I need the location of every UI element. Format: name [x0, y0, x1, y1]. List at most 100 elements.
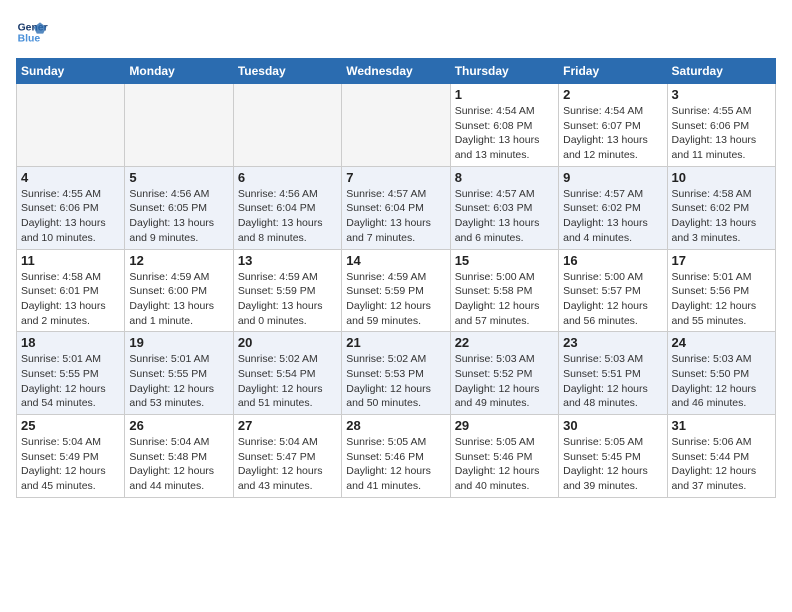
day-info: Sunrise: 4:59 AM Sunset: 6:00 PM Dayligh… [129, 270, 228, 329]
day-number: 21 [346, 335, 445, 350]
day-number: 9 [563, 170, 662, 185]
calendar-cell: 20 Sunrise: 5:02 AM Sunset: 5:54 PM Dayli… [233, 332, 341, 415]
page-header: General Blue [16, 16, 776, 48]
day-info: Sunrise: 5:00 AM Sunset: 5:57 PM Dayligh… [563, 270, 662, 329]
calendar-week-3: 11 Sunrise: 4:58 AM Sunset: 6:01 PM Dayli… [17, 249, 776, 332]
calendar-cell: 11 Sunrise: 4:58 AM Sunset: 6:01 PM Dayli… [17, 249, 125, 332]
day-number: 26 [129, 418, 228, 433]
calendar-cell: 13Sunrise: 4:59 AM Sunset: 5:59 PM Dayli… [233, 249, 341, 332]
calendar-cell [17, 84, 125, 167]
day-number: 1 [455, 87, 554, 102]
day-number: 6 [238, 170, 337, 185]
day-header-thursday: Thursday [450, 59, 558, 84]
day-number: 27 [238, 418, 337, 433]
day-number: 18 [21, 335, 120, 350]
day-number: 11 [21, 253, 120, 268]
day-number: 20 [238, 335, 337, 350]
day-number: 5 [129, 170, 228, 185]
day-number: 15 [455, 253, 554, 268]
day-info: Sunrise: 5:01 AM Sunset: 5:55 PM Dayligh… [129, 352, 228, 411]
day-number: 31 [672, 418, 771, 433]
day-info: Sunrise: 5:04 AM Sunset: 5:47 PM Dayligh… [238, 435, 337, 494]
day-number: 7 [346, 170, 445, 185]
day-number: 4 [21, 170, 120, 185]
calendar-cell: 21Sunrise: 5:02 AM Sunset: 5:53 PM Dayli… [342, 332, 450, 415]
day-number: 23 [563, 335, 662, 350]
calendar-cell: 16 Sunrise: 5:00 AM Sunset: 5:57 PM Dayli… [559, 249, 667, 332]
day-number: 25 [21, 418, 120, 433]
day-info: Sunrise: 5:05 AM Sunset: 5:46 PM Dayligh… [346, 435, 445, 494]
day-info: Sunrise: 5:04 AM Sunset: 5:49 PM Dayligh… [21, 435, 120, 494]
day-info: Sunrise: 5:02 AM Sunset: 5:54 PM Dayligh… [238, 352, 337, 411]
day-info: Sunrise: 4:55 AM Sunset: 6:06 PM Dayligh… [672, 104, 771, 163]
day-info: Sunrise: 5:01 AM Sunset: 5:56 PM Dayligh… [672, 270, 771, 329]
day-info: Sunrise: 4:56 AM Sunset: 6:05 PM Dayligh… [129, 187, 228, 246]
day-number: 16 [563, 253, 662, 268]
calendar-cell: 2 Sunrise: 4:54 AM Sunset: 6:07 PM Daylig… [559, 84, 667, 167]
day-header-friday: Friday [559, 59, 667, 84]
day-number: 2 [563, 87, 662, 102]
calendar-cell: 17 Sunrise: 5:01 AM Sunset: 5:56 PM Dayli… [667, 249, 775, 332]
calendar-cell [342, 84, 450, 167]
day-info: Sunrise: 4:57 AM Sunset: 6:04 PM Dayligh… [346, 187, 445, 246]
day-info: Sunrise: 5:04 AM Sunset: 5:48 PM Dayligh… [129, 435, 228, 494]
day-info: Sunrise: 5:05 AM Sunset: 5:46 PM Dayligh… [455, 435, 554, 494]
day-info: Sunrise: 4:58 AM Sunset: 6:01 PM Dayligh… [21, 270, 120, 329]
day-info: Sunrise: 4:54 AM Sunset: 6:08 PM Dayligh… [455, 104, 554, 163]
day-number: 29 [455, 418, 554, 433]
day-header-saturday: Saturday [667, 59, 775, 84]
calendar-cell: 3Sunrise: 4:55 AM Sunset: 6:06 PM Daylig… [667, 84, 775, 167]
calendar-cell: 10Sunrise: 4:58 AM Sunset: 6:02 PM Dayli… [667, 166, 775, 249]
calendar-cell: 15 Sunrise: 5:00 AM Sunset: 5:58 PM Dayli… [450, 249, 558, 332]
day-info: Sunrise: 5:00 AM Sunset: 5:58 PM Dayligh… [455, 270, 554, 329]
day-info: Sunrise: 5:06 AM Sunset: 5:44 PM Dayligh… [672, 435, 771, 494]
calendar-week-5: 25 Sunrise: 5:04 AM Sunset: 5:49 PM Dayli… [17, 415, 776, 498]
day-info: Sunrise: 4:55 AM Sunset: 6:06 PM Dayligh… [21, 187, 120, 246]
calendar-week-1: 1 Sunrise: 4:54 AM Sunset: 6:08 PM Daylig… [17, 84, 776, 167]
logo: General Blue [16, 16, 52, 48]
day-number: 8 [455, 170, 554, 185]
day-info: Sunrise: 5:05 AM Sunset: 5:45 PM Dayligh… [563, 435, 662, 494]
calendar-cell: 24Sunrise: 5:03 AM Sunset: 5:50 PM Dayli… [667, 332, 775, 415]
day-number: 12 [129, 253, 228, 268]
day-info: Sunrise: 4:57 AM Sunset: 6:02 PM Dayligh… [563, 187, 662, 246]
day-number: 19 [129, 335, 228, 350]
calendar-week-2: 4 Sunrise: 4:55 AM Sunset: 6:06 PM Daylig… [17, 166, 776, 249]
logo-icon: General Blue [16, 16, 48, 48]
calendar-cell: 9 Sunrise: 4:57 AM Sunset: 6:02 PM Daylig… [559, 166, 667, 249]
calendar-cell: 12 Sunrise: 4:59 AM Sunset: 6:00 PM Dayli… [125, 249, 233, 332]
calendar-table: SundayMondayTuesdayWednesdayThursdayFrid… [16, 58, 776, 498]
day-info: Sunrise: 5:03 AM Sunset: 5:51 PM Dayligh… [563, 352, 662, 411]
calendar-cell: 6 Sunrise: 4:56 AM Sunset: 6:04 PM Daylig… [233, 166, 341, 249]
calendar-header-row: SundayMondayTuesdayWednesdayThursdayFrid… [17, 59, 776, 84]
day-header-sunday: Sunday [17, 59, 125, 84]
svg-text:Blue: Blue [18, 34, 41, 45]
day-info: Sunrise: 4:57 AM Sunset: 6:03 PM Dayligh… [455, 187, 554, 246]
day-number: 14 [346, 253, 445, 268]
calendar-cell [233, 84, 341, 167]
calendar-cell: 23 Sunrise: 5:03 AM Sunset: 5:51 PM Dayli… [559, 332, 667, 415]
calendar-cell: 31 Sunrise: 5:06 AM Sunset: 5:44 PM Dayli… [667, 415, 775, 498]
day-header-tuesday: Tuesday [233, 59, 341, 84]
day-number: 10 [672, 170, 771, 185]
calendar-cell: 7 Sunrise: 4:57 AM Sunset: 6:04 PM Daylig… [342, 166, 450, 249]
day-info: Sunrise: 4:59 AM Sunset: 5:59 PM Dayligh… [346, 270, 445, 329]
calendar-cell: 22 Sunrise: 5:03 AM Sunset: 5:52 PM Dayli… [450, 332, 558, 415]
calendar-week-4: 18 Sunrise: 5:01 AM Sunset: 5:55 PM Dayli… [17, 332, 776, 415]
day-number: 28 [346, 418, 445, 433]
day-info: Sunrise: 5:01 AM Sunset: 5:55 PM Dayligh… [21, 352, 120, 411]
day-number: 30 [563, 418, 662, 433]
day-info: Sunrise: 5:03 AM Sunset: 5:52 PM Dayligh… [455, 352, 554, 411]
day-info: Sunrise: 4:59 AM Sunset: 5:59 PM Dayligh… [238, 270, 337, 329]
day-number: 22 [455, 335, 554, 350]
calendar-cell: 30 Sunrise: 5:05 AM Sunset: 5:45 PM Dayli… [559, 415, 667, 498]
day-number: 17 [672, 253, 771, 268]
day-info: Sunrise: 4:54 AM Sunset: 6:07 PM Dayligh… [563, 104, 662, 163]
day-header-wednesday: Wednesday [342, 59, 450, 84]
calendar-cell [125, 84, 233, 167]
calendar-cell: 14 Sunrise: 4:59 AM Sunset: 5:59 PM Dayli… [342, 249, 450, 332]
calendar-cell: 18 Sunrise: 5:01 AM Sunset: 5:55 PM Dayli… [17, 332, 125, 415]
calendar-cell: 19 Sunrise: 5:01 AM Sunset: 5:55 PM Dayli… [125, 332, 233, 415]
calendar-cell: 29 Sunrise: 5:05 AM Sunset: 5:46 PM Dayli… [450, 415, 558, 498]
day-info: Sunrise: 4:56 AM Sunset: 6:04 PM Dayligh… [238, 187, 337, 246]
